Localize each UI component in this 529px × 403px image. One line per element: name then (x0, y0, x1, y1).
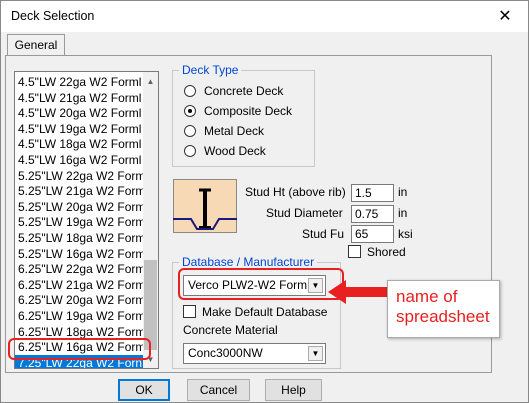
list-item[interactable]: 4.5"LW 22ga W2 Forml (15, 74, 145, 91)
stud-ht-input[interactable]: 1.5 (351, 184, 394, 202)
cancel-button[interactable]: Cancel (187, 379, 250, 401)
deck-profile-icon (173, 179, 237, 233)
list-item[interactable]: 6.25"LW 21ga W2 Form (15, 277, 145, 294)
list-item[interactable]: 4.5"LW 16ga W2 Forml (15, 152, 145, 169)
stud-diameter-label: Stud Diameter (266, 206, 343, 220)
deck-listbox[interactable]: 4.5"LW 22ga W2 Forml 4.5"LW 21ga W2 Forml… (14, 71, 159, 369)
stud-fu-input[interactable]: 65 (351, 225, 394, 243)
radio-circle-icon (184, 125, 196, 137)
concrete-material-label: Concrete Material (183, 323, 278, 337)
list-item[interactable]: 4.5"LW 21ga W2 Forml (15, 90, 145, 107)
scroll-up-icon[interactable]: ▲ (143, 74, 158, 89)
radio-circle-icon (184, 85, 196, 97)
list-item[interactable]: 6.25"LW 19ga W2 Form (15, 308, 145, 325)
scroll-thumb[interactable] (144, 260, 157, 350)
make-default-checkbox[interactable]: Make Default Database (183, 305, 327, 319)
radio-circle-icon (184, 145, 196, 157)
list-selection-highlight (8, 338, 151, 360)
help-button[interactable]: Help (265, 379, 322, 401)
deck-type-legend: Deck Type (179, 63, 242, 77)
annotation-line-1: name of (396, 287, 458, 306)
list-item[interactable]: 5.25"LW 21ga W2 Form (15, 183, 145, 200)
list-item[interactable]: 4.5"LW 18ga W2 Forml (15, 136, 145, 153)
list-item[interactable]: 5.25"LW 16ga W2 Form (15, 246, 145, 263)
radio-concrete-deck[interactable]: Concrete Deck (184, 82, 283, 100)
radio-label: Wood Deck (204, 144, 266, 158)
list-item[interactable]: 6.25"LW 20ga W2 Form (15, 292, 145, 309)
radio-label: Metal Deck (204, 124, 265, 138)
list-scrollbar[interactable]: ▲ ▼ (143, 72, 158, 368)
radio-wood-deck[interactable]: Wood Deck (184, 142, 266, 160)
list-item[interactable]: 4.5"LW 20ga W2 Forml (15, 105, 145, 122)
stud-diameter-unit: in (398, 206, 408, 220)
shored-checkbox[interactable]: Shored (348, 245, 406, 259)
window-title: Deck Selection (11, 9, 95, 23)
stud-diameter-input[interactable]: 0.75 (351, 205, 394, 223)
shored-label: Shored (367, 245, 406, 259)
database-highlight (178, 268, 344, 300)
list-item[interactable]: 4.5"LW 19ga W2 Forml (15, 121, 145, 138)
radio-label: Concrete Deck (204, 84, 284, 98)
radio-checked-icon (184, 105, 196, 117)
tab-general[interactable]: General (7, 34, 65, 56)
list-item[interactable]: 5.25"LW 20ga W2 Form (15, 199, 145, 216)
radio-composite-deck[interactable]: Composite Deck (184, 102, 292, 120)
annotation-callout: name of spreadsheet (387, 280, 500, 338)
concrete-material-value: Conc3000NW (188, 346, 263, 360)
stud-fu-label: Stud Fu (302, 227, 345, 241)
list-item[interactable]: 6.25"LW 22ga W2 Form (15, 261, 145, 278)
chevron-down-icon[interactable]: ▼ (308, 346, 323, 361)
radio-label: Composite Deck (204, 104, 293, 118)
make-default-label: Make Default Database (202, 305, 328, 319)
checkbox-icon (183, 305, 196, 318)
stud-ht-unit: in (398, 185, 408, 199)
list-item[interactable]: 5.25"LW 22ga W2 Form (15, 168, 145, 185)
red-arrow-icon (328, 280, 388, 304)
list-item[interactable]: 5.25"LW 19ga W2 Form (15, 214, 145, 231)
annotation-line-2: spreadsheet (396, 307, 490, 326)
title-bar: Deck Selection ✕ (1, 1, 528, 32)
stud-ht-label: Stud Ht (above rib) (245, 185, 346, 199)
database-legend: Database / Manufacturer (179, 255, 318, 269)
radio-metal-deck[interactable]: Metal Deck (184, 122, 264, 140)
ok-button[interactable]: OK (118, 379, 170, 401)
checkbox-icon (348, 245, 361, 258)
stud-fu-unit: ksi (398, 227, 413, 241)
concrete-material-select[interactable]: Conc3000NW ▼ (183, 343, 326, 364)
close-button[interactable]: ✕ (482, 1, 528, 32)
list-item[interactable]: 5.25"LW 18ga W2 Form (15, 230, 145, 247)
